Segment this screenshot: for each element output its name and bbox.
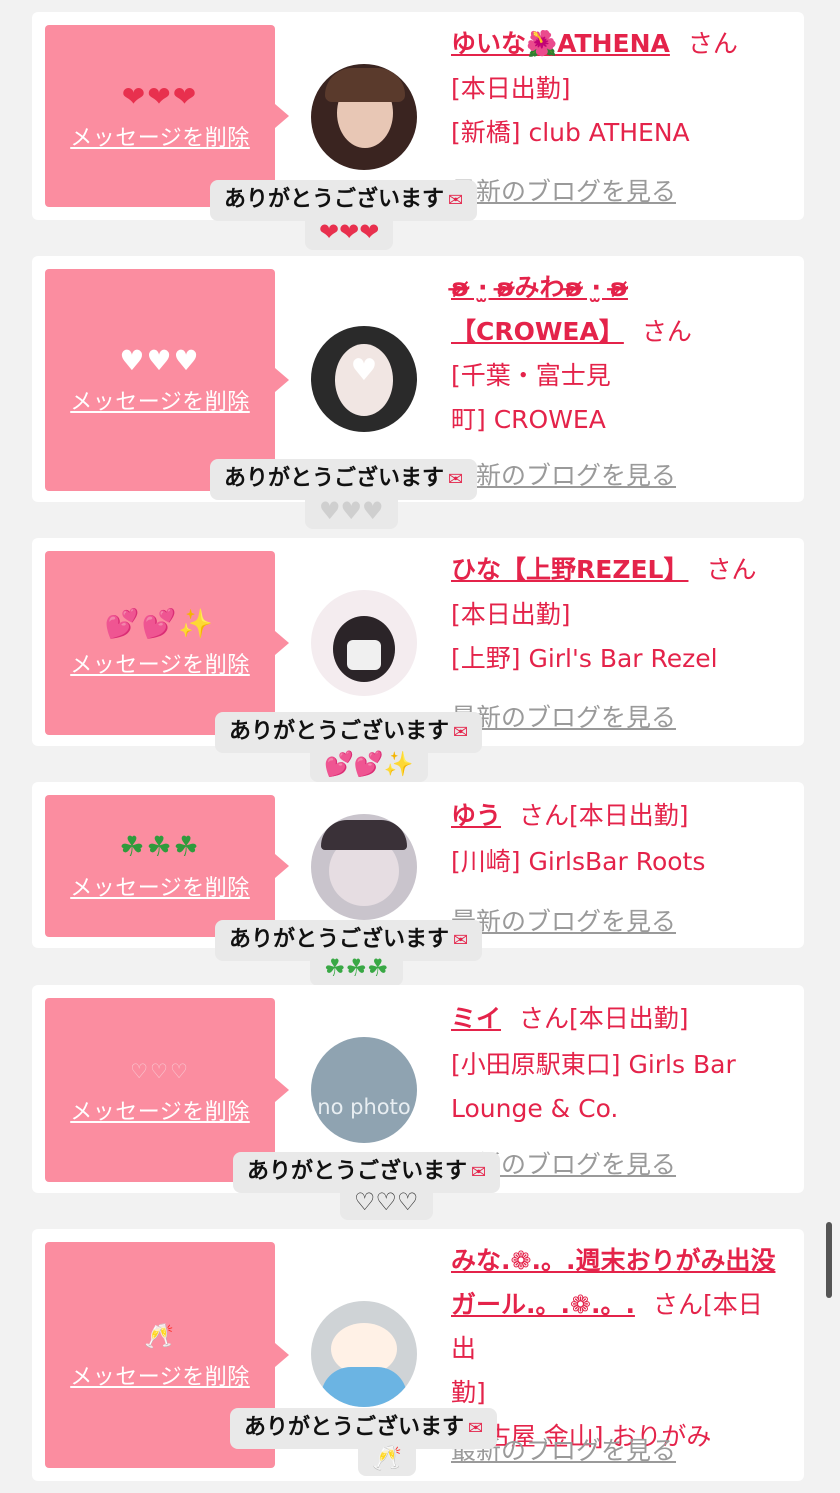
thanks-text: ありがとうございます — [224, 466, 445, 491]
thanks-emoji: ♥♥♥ — [305, 493, 398, 529]
avatar[interactable] — [311, 814, 417, 920]
delete-message-link[interactable]: メッセージを削除 — [70, 120, 250, 152]
thanks-emoji: ♡♡♡ — [340, 1184, 433, 1220]
latest-blog-link[interactable]: 最新のブログを見る — [451, 698, 676, 734]
shop-text: 町] CROWEA — [451, 405, 606, 434]
shop-text: [川崎] GirlsBar Roots — [451, 847, 706, 876]
thanks-emoji: ❤❤❤ — [305, 214, 394, 250]
cast-name-link[interactable]: 【CROWEA】 — [451, 317, 624, 346]
honorific: さん — [641, 317, 692, 346]
love-letter-icon: ✉ — [448, 190, 464, 211]
thanks-text: ありがとうございます — [247, 1159, 468, 1184]
cast-name-link[interactable]: ミイ — [451, 1004, 501, 1033]
shop-text: [小田原駅東口] Girls Bar — [451, 1050, 736, 1079]
avatar[interactable] — [311, 1301, 417, 1407]
avatar[interactable]: no photo — [311, 1037, 417, 1143]
shop-text: [千葉・富士見 — [451, 361, 611, 390]
delete-message-link[interactable]: メッセージを削除 — [70, 384, 250, 416]
avatar[interactable]: ♥ — [311, 326, 417, 432]
message-emoji: ☘☘☘ — [119, 830, 201, 863]
cast-name-link[interactable]: ひな【上野REZEL】 — [451, 555, 688, 584]
message-emoji: ❤❤❤ — [121, 80, 199, 113]
cast-name-link[interactable]: みな.❁.。.週末おりがみ出没 — [451, 1246, 775, 1275]
status-text: [本日出勤] — [451, 74, 571, 103]
honorific: さん[本日出勤] — [519, 1004, 689, 1033]
shop-text: [上野] Girl's Bar Rezel — [451, 644, 718, 673]
love-letter-icon: ✉ — [468, 1418, 484, 1439]
love-letter-icon: ✉ — [448, 469, 464, 490]
thanks-text: ありがとうございます — [244, 1415, 465, 1440]
status-text: 勤] — [451, 1378, 486, 1407]
message-box: ♥♥♥ メッセージを削除 — [45, 269, 289, 491]
honorific: さん[本日出勤] — [519, 801, 689, 830]
cast-name-link[interactable]: ʚ̴̶̷̷ ·̫ ʚ̴̶̷̷みわʚ̴̶̷̷ ·̫ ʚ̴̶̷̷ — [451, 273, 628, 302]
delete-message-link[interactable]: メッセージを削除 — [70, 1094, 250, 1126]
message-emoji: ♥♥♥ — [119, 344, 201, 377]
cast-name-link[interactable]: ゆう — [451, 801, 501, 830]
scrollbar[interactable] — [826, 1222, 832, 1298]
thanks-text: ありがとうございます — [224, 187, 445, 212]
love-letter-icon: ✉ — [453, 930, 469, 951]
love-letter-icon: ✉ — [453, 722, 469, 743]
thanks-text: ありがとうございます — [229, 927, 450, 952]
status-text: [本日出勤] — [451, 600, 571, 629]
thanks-emoji: 🥂 — [358, 1440, 416, 1476]
delete-message-link[interactable]: メッセージを削除 — [70, 1359, 250, 1391]
thanks-text: ありがとうございます — [229, 719, 450, 744]
thanks-emoji: 💕💕✨ — [310, 746, 428, 782]
avatar[interactable] — [311, 64, 417, 170]
cast-name-link[interactable]: ゆいな🌺ATHENA — [451, 29, 670, 58]
thanks-emoji: ☘☘☘ — [310, 950, 403, 986]
avatar[interactable] — [311, 590, 417, 696]
message-box: 💕💕✨ メッセージを削除 — [45, 551, 289, 735]
shop-text: Lounge & Co. — [451, 1094, 619, 1123]
honorific: さん — [687, 29, 738, 58]
message-box: ☘☘☘ メッセージを削除 — [45, 795, 289, 937]
delete-message-link[interactable]: メッセージを削除 — [70, 870, 250, 902]
latest-blog-link[interactable]: 最新のブログを見る — [451, 902, 676, 938]
latest-blog-link[interactable]: 最新のブログを見る — [451, 456, 676, 492]
cast-name-link[interactable]: ガール.。.❁.。. — [451, 1290, 635, 1319]
honorific: さん — [706, 555, 757, 584]
message-emoji: ♡♡♡ — [130, 1059, 190, 1083]
latest-blog-link[interactable]: 最新のブログを見る — [451, 172, 676, 208]
no-photo-text: no photo — [317, 1095, 411, 1119]
message-emoji: 🥂 — [144, 1322, 176, 1350]
message-emoji: 💕💕✨ — [104, 607, 216, 640]
delete-message-link[interactable]: メッセージを削除 — [70, 647, 250, 679]
shop-text: [新橋] club ATHENA — [451, 118, 690, 147]
love-letter-icon: ✉ — [471, 1162, 487, 1183]
